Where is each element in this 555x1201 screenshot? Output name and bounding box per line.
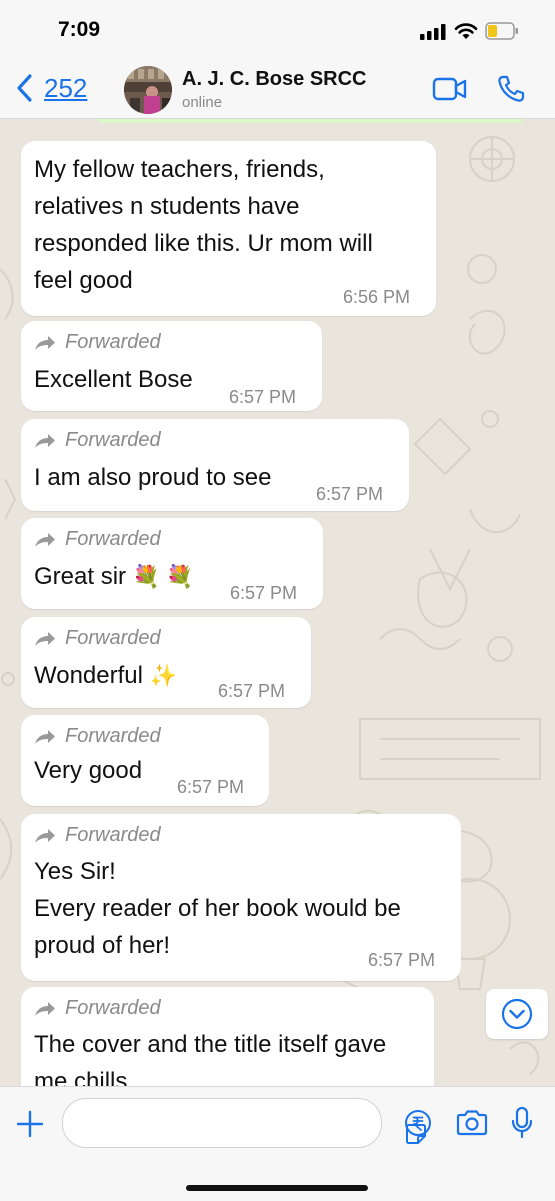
input-bar: [0, 1086, 555, 1201]
message-text: proud of her!: [34, 932, 171, 959]
status-bar: 7:09: [0, 0, 555, 62]
forwarded-label: Forwarded: [34, 824, 161, 847]
contact-name[interactable]: A. J. C. Bose SRCC: [182, 68, 366, 91]
forwarded-text: Forwarded: [65, 528, 161, 550]
chevron-left-icon: [17, 74, 32, 102]
forward-arrow-icon: [35, 335, 55, 350]
home-indicator[interactable]: [186, 1185, 368, 1191]
chat-header: 252 A. J. C. Bose SRCC online: [0, 62, 555, 119]
microphone-icon[interactable]: [510, 1106, 534, 1140]
plus-icon[interactable]: [15, 1109, 45, 1139]
contact-avatar[interactable]: [124, 66, 172, 114]
forwarded-label: Forwarded: [34, 627, 161, 650]
sparkles-emoji: ✨: [149, 663, 178, 688]
message-text: feel good: [34, 267, 133, 294]
forward-arrow-icon: [35, 631, 55, 646]
forwarded-label: Forwarded: [34, 725, 161, 748]
message-text: Very good: [34, 757, 143, 784]
message-text: Wonderful ✨: [34, 657, 177, 694]
message-bubble[interactable]: Forwarded Wonderful ✨ 6:57 PM: [21, 617, 311, 708]
message-text: relatives n students have: [34, 193, 300, 220]
message-bubble[interactable]: Forwarded Excellent Bose 6:57 PM: [21, 321, 322, 411]
chat-area[interactable]: My fellow teachers, friends, relatives n…: [0, 119, 555, 1086]
message-text: Yes Sir!: [34, 858, 116, 885]
video-camera-icon[interactable]: [432, 76, 468, 102]
forward-arrow-icon: [35, 828, 55, 843]
message-timestamp: 6:57 PM: [368, 950, 436, 970]
cellular-signal-icon: [420, 24, 446, 40]
forwarded-label: Forwarded: [34, 997, 161, 1020]
wifi-icon: [454, 23, 478, 39]
forwarded-text: Forwarded: [65, 997, 161, 1019]
unread-count: 252: [44, 72, 88, 103]
message-timestamp: 6:57 PM: [230, 583, 298, 603]
message-bubble[interactable]: Forwarded Very good 6:57 PM: [21, 715, 269, 806]
message-timestamp: 6:57 PM: [218, 681, 286, 701]
scroll-to-bottom-button[interactable]: [486, 989, 548, 1039]
forwarded-label: Forwarded: [34, 429, 161, 452]
message-timestamp: 6:56 PM: [343, 287, 411, 307]
rupee-icon[interactable]: [404, 1109, 432, 1137]
forwarded-text: Forwarded: [65, 331, 161, 353]
battery-icon: [485, 22, 518, 40]
message-bubble[interactable]: My fellow teachers, friends, relatives n…: [21, 141, 436, 316]
message-timestamp: 6:57 PM: [229, 387, 297, 407]
message-text: The cover and the title itself gave: [34, 1031, 387, 1058]
message-timestamp: 6:57 PM: [316, 484, 384, 504]
forwarded-text: Forwarded: [65, 627, 161, 649]
camera-icon[interactable]: [455, 1109, 489, 1137]
message-text: My fellow teachers, friends,: [34, 156, 325, 183]
phone-icon[interactable]: [496, 74, 526, 104]
contact-status: online: [182, 94, 223, 111]
forward-arrow-icon: [35, 433, 55, 448]
forwarded-text: Forwarded: [65, 824, 161, 846]
message-text: responded like this. Ur mom will: [34, 230, 373, 257]
forward-arrow-icon: [35, 1001, 55, 1016]
message-text-content: Wonderful: [34, 662, 143, 689]
forwarded-text: Forwarded: [65, 725, 161, 747]
back-button[interactable]: 252: [14, 68, 87, 108]
message-bubble[interactable]: Forwarded I am also proud to see 6:57 PM: [21, 419, 409, 511]
forwarded-text: Forwarded: [65, 429, 161, 451]
message-bubble[interactable]: Forwarded Yes Sir! Every reader of her b…: [21, 814, 461, 981]
forward-arrow-icon: [35, 729, 55, 744]
message-text: Every reader of her book would be: [34, 895, 401, 922]
previous-outgoing-bubble: [96, 119, 526, 123]
message-text-content: Great sir: [34, 563, 127, 590]
message-text: Great sir 💐 💐: [34, 558, 194, 595]
message-timestamp: 6:57 PM: [177, 777, 245, 797]
message-input[interactable]: [62, 1098, 426, 1148]
status-time: 7:09: [58, 18, 101, 41]
forward-arrow-icon: [35, 532, 55, 547]
message-text: Excellent Bose: [34, 366, 193, 393]
message-text: me chills: [34, 1068, 128, 1086]
message-text: I am also proud to see: [34, 464, 272, 491]
chevron-down-circle-icon: [501, 998, 533, 1030]
message-bubble[interactable]: Forwarded Great sir 💐 💐 6:57 PM: [21, 518, 323, 609]
message-bubble[interactable]: Forwarded The cover and the title itself…: [21, 987, 434, 1086]
forwarded-label: Forwarded: [34, 528, 161, 551]
bouquet-emoji: 💐 💐: [132, 564, 194, 589]
forwarded-label: Forwarded: [34, 331, 161, 354]
